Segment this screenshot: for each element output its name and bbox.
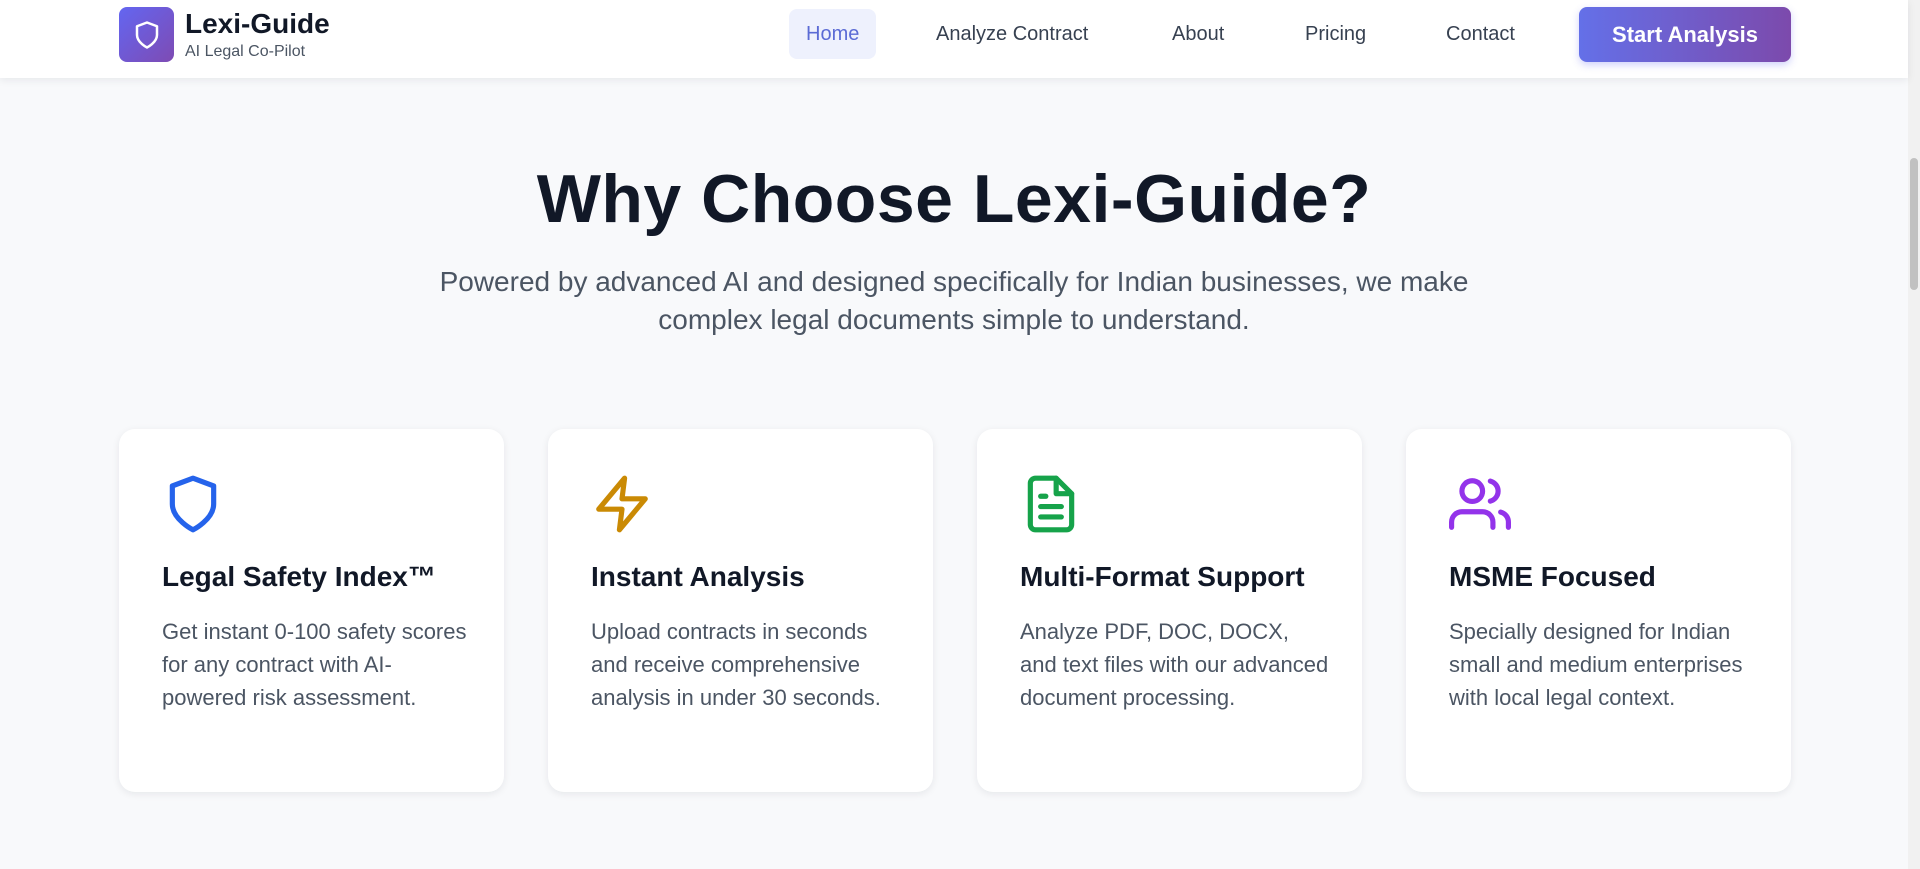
lightning-icon [596,475,648,533]
brand[interactable]: Lexi-Guide AI Legal Co-Pilot [119,7,330,62]
feature-title: Multi-Format Support [1020,561,1305,592]
brand-tagline: AI Legal Co-Pilot [185,42,306,60]
feature-card-instant-analysis: Instant Analysis Upload contracts in sec… [548,429,933,792]
feature-description: Upload contracts in seconds and receive … [591,619,881,710]
nav-contact[interactable]: Contact [1446,9,1515,59]
scrollbar-thumb[interactable] [1910,158,1918,290]
brand-text: Lexi-Guide AI Legal Co-Pilot [185,8,330,62]
feature-description: Analyze PDF, DOC, DOCX, and text files w… [1020,619,1329,710]
document-icon [1027,475,1075,533]
feature-description: Specially designed for Indian small and … [1449,619,1743,710]
brand-logo [119,7,174,62]
feature-title: Instant Analysis [591,561,805,592]
feature-title: Legal Safety Index™ [162,561,436,592]
feature-card-multi-format: Multi-Format Support Analyze PDF, DOC, D… [977,429,1362,792]
feature-card-safety-index: Legal Safety Index™ Get instant 0-100 sa… [119,429,504,792]
nav-home[interactable]: Home [789,9,877,59]
nav-about[interactable]: About [1172,9,1224,59]
nav-analyze-contract[interactable]: Analyze Contract [936,9,1088,59]
start-analysis-button[interactable]: Start Analysis [1579,7,1791,62]
feature-description: Get instant 0-100 safety scores for any … [162,619,467,710]
nav-pricing[interactable]: Pricing [1305,9,1366,59]
section-title: Why Choose Lexi-Guide? [536,161,1372,237]
top-navbar: Lexi-Guide AI Legal Co-Pilot Home Analyz… [0,0,1908,78]
shield-icon [135,20,158,49]
section-subtitle: Powered by advanced AI and designed spec… [439,266,1469,335]
users-icon [1449,478,1511,530]
brand-name: Lexi-Guide [185,7,330,39]
feature-card-msme: MSME Focused Specially designed for Indi… [1406,429,1791,792]
scrollbar-track[interactable] [1908,0,1920,869]
feature-title: MSME Focused [1449,561,1656,592]
shield-icon [169,475,217,533]
